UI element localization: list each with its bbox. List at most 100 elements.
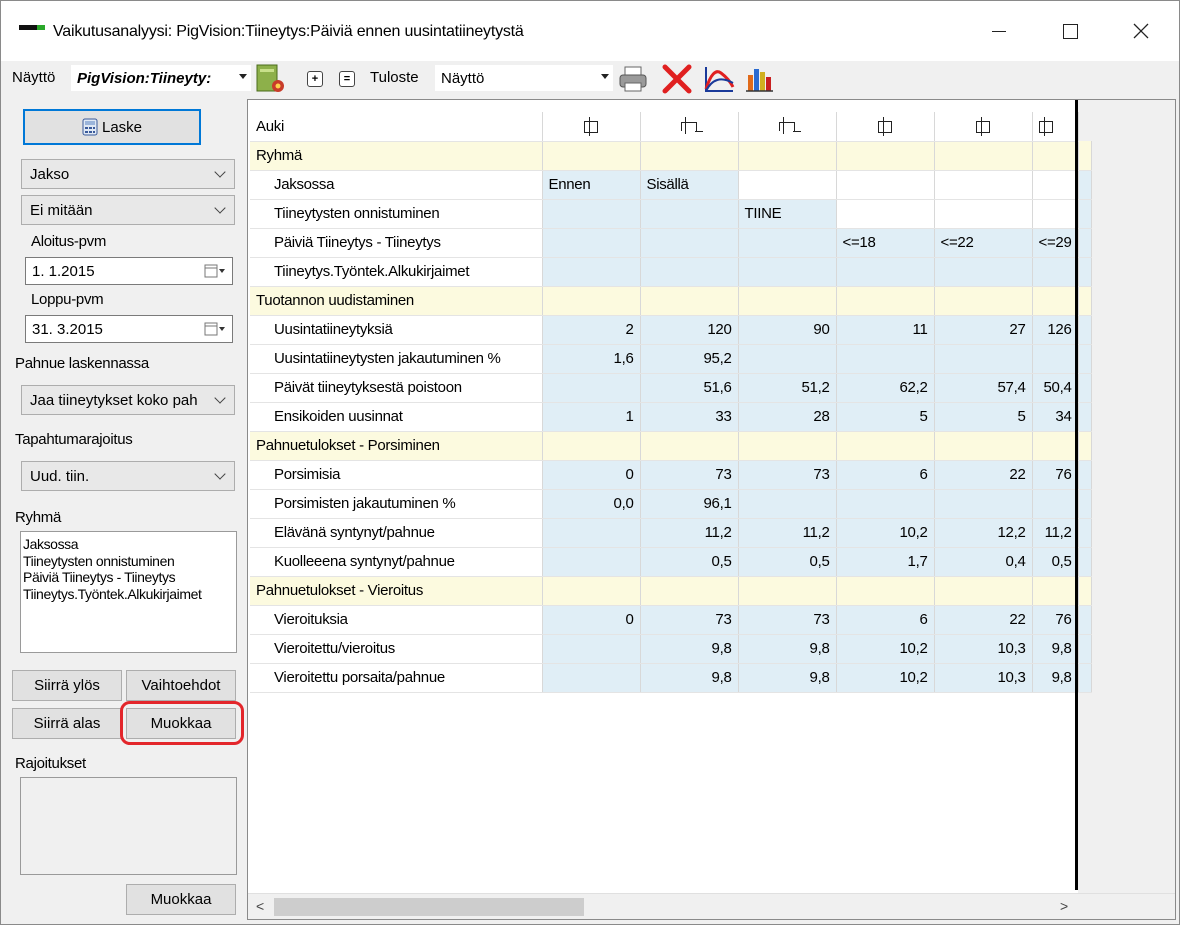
table-cell: 22 <box>934 460 1033 490</box>
list-item[interactable]: Päiviä Tiineytys - Tiineytys <box>23 569 234 586</box>
table-cell <box>1032 286 1079 316</box>
table-row[interactable]: Päivät tiineytyksestä poistoon 51,6 51,2 62… <box>250 373 1092 403</box>
table-cell: 6 <box>836 605 935 635</box>
maximize-button[interactable] <box>1047 9 1093 53</box>
print-combo[interactable]: Näyttö <box>435 65 613 91</box>
table-cell: 12,2 <box>934 518 1033 548</box>
table-cell: <=29 <box>1032 228 1079 258</box>
section-row[interactable]: Ryhmä <box>250 141 1092 171</box>
table-cell: TIINE <box>738 199 837 229</box>
collapse-column-icon[interactable] <box>738 112 837 142</box>
table-cell: 73 <box>640 460 739 490</box>
none-combo[interactable]: Ei mitään <box>21 195 235 225</box>
options-button[interactable]: Vaihtoehdot <box>126 670 236 701</box>
expand-column-icon[interactable] <box>1032 112 1079 142</box>
group-list[interactable]: Jaksossa Tiineytysten onnistuminen Päivi… <box>20 531 237 653</box>
start-date-picker[interactable]: 1. 1.2015 <box>25 257 233 285</box>
event-restriction-label: Tapahtumarajoitus <box>15 431 133 448</box>
table-cell <box>934 576 1033 606</box>
table-cell <box>1078 547 1092 577</box>
table-row[interactable]: Vieroitettu porsaita/pahnue 9,8 9,8 10,2 10,… <box>250 663 1092 693</box>
table-cell: 9,8 <box>640 663 739 693</box>
table-cell <box>836 286 935 316</box>
event-restriction-combo[interactable]: Uud. tiin. <box>21 461 235 491</box>
maximize-icon <box>1062 23 1078 39</box>
period-combo[interactable]: Jakso <box>21 159 235 189</box>
table-cell <box>640 257 739 287</box>
section-row[interactable]: Tuotannon uudistaminen <box>250 286 1092 316</box>
list-item[interactable]: Tiineytysten onnistuminen <box>23 553 234 570</box>
table-row[interactable]: Päiviä Tiineytys - Tiineytys <=18 <=22 <=29 <box>250 228 1092 258</box>
start-date-label: Aloitus-pvm <box>31 233 107 250</box>
table-cell <box>1078 170 1092 200</box>
expand-column-icon[interactable] <box>934 112 1033 142</box>
chart-curve-icon[interactable] <box>703 63 735 95</box>
table-cell <box>836 199 935 229</box>
bar-chart-icon[interactable] <box>743 63 775 95</box>
delete-icon[interactable] <box>661 63 693 95</box>
table-row[interactable]: Vieroituksia 0 73 73 6 22 76 <box>250 605 1092 635</box>
table-cell <box>738 286 837 316</box>
restrictions-box[interactable] <box>20 777 237 875</box>
table-row[interactable]: Jaksossa Ennen Sisällä <box>250 170 1092 200</box>
calendar-icon[interactable] <box>204 264 226 278</box>
table-row[interactable]: Porsimisten jakautuminen % 0,0 96,1 <box>250 489 1092 519</box>
table-cell <box>542 663 641 693</box>
chevron-down-icon <box>214 468 226 480</box>
collapse-all-button[interactable]: = <box>339 71 355 87</box>
table-cell <box>836 431 935 461</box>
table-row[interactable]: Tiineytys.Työntek.Alkukirjaimet <box>250 257 1092 287</box>
table-cell <box>738 489 837 519</box>
expand-column-icon[interactable] <box>836 112 935 142</box>
view-combo[interactable]: PigVision:Tiineyty: <box>71 65 251 91</box>
section-row[interactable]: Pahnuetulokset - Vieroitus <box>250 576 1092 606</box>
list-item[interactable]: Jaksossa <box>23 536 234 553</box>
table-row[interactable]: Porsimisia 0 73 73 6 22 76 <box>250 460 1092 490</box>
table-cell: <=22 <box>934 228 1033 258</box>
list-item[interactable]: Tiineytys.Työntek.Alkukirjaimet <box>23 586 234 603</box>
minimize-button[interactable] <box>976 9 1022 53</box>
table-row[interactable]: Uusintatiineytysten jakautuminen % 1,6 95,… <box>250 344 1092 374</box>
table-row[interactable]: Kuolleeena syntynyt/pahnue 0,5 0,5 1,7 0,4 0,… <box>250 547 1092 577</box>
table-cell <box>836 576 935 606</box>
scroll-left-icon[interactable]: < <box>256 898 264 914</box>
move-down-button[interactable]: Siirrä alas <box>12 708 122 739</box>
table-row[interactable]: Tiineytysten onnistuminen TIINE <box>250 199 1092 229</box>
row-label: Pahnuetulokset - Porsiminen <box>250 431 543 461</box>
close-button[interactable] <box>1118 9 1164 53</box>
table-cell <box>738 431 837 461</box>
table-cell: 11 <box>836 315 935 345</box>
calendar-icon[interactable] <box>204 322 226 336</box>
move-up-button[interactable]: Siirrä ylös <box>12 670 122 701</box>
table-cell <box>542 286 641 316</box>
table-cell: 76 <box>1032 605 1079 635</box>
table-cell <box>934 286 1033 316</box>
table-cell <box>738 344 837 374</box>
table-row[interactable]: Vieroitettu/vieroitus 9,8 9,8 10,2 10,3 9,8 <box>250 634 1092 664</box>
end-date-picker[interactable]: 31. 3.2015 <box>25 315 233 343</box>
edit-restrictions-button[interactable]: Muokkaa <box>126 884 236 915</box>
table-cell: 11,2 <box>640 518 739 548</box>
table-cell <box>542 431 641 461</box>
scroll-right-icon[interactable]: > <box>1060 898 1068 914</box>
litter-combo[interactable]: Jaa tiineytykset koko pah <box>21 385 235 415</box>
expand-column-icon[interactable] <box>542 112 641 142</box>
table-cell: 5 <box>934 402 1033 432</box>
table-cell <box>1078 286 1092 316</box>
printer-icon[interactable] <box>617 63 649 95</box>
report-icon[interactable] <box>255 63 287 95</box>
horizontal-scrollbar[interactable]: < > <box>248 893 1175 919</box>
expand-all-button[interactable]: + <box>307 71 323 87</box>
table-cell <box>1032 344 1079 374</box>
table-row[interactable]: Elävänä syntynyt/pahnue 11,2 11,2 10,2 12,2 1… <box>250 518 1092 548</box>
scrollbar-thumb[interactable] <box>274 898 584 916</box>
results-grid[interactable]: Auki Ryhmä Jaksossa Ennen Sisällä Tiineytyst… <box>247 99 1176 920</box>
collapse-column-icon[interactable] <box>640 112 739 142</box>
table-row[interactable]: Ensikoiden uusinnat 1 33 28 5 5 34 <box>250 402 1092 432</box>
table-row[interactable]: Uusintatiineytyksiä 2 120 90 11 27 126 <box>250 315 1092 345</box>
table-cell <box>1032 489 1079 519</box>
section-row[interactable]: Pahnuetulokset - Porsiminen <box>250 431 1092 461</box>
calculate-button[interactable]: Laske <box>23 109 201 145</box>
table-cell <box>640 576 739 606</box>
event-restriction-value: Uud. tiin. <box>30 467 90 485</box>
